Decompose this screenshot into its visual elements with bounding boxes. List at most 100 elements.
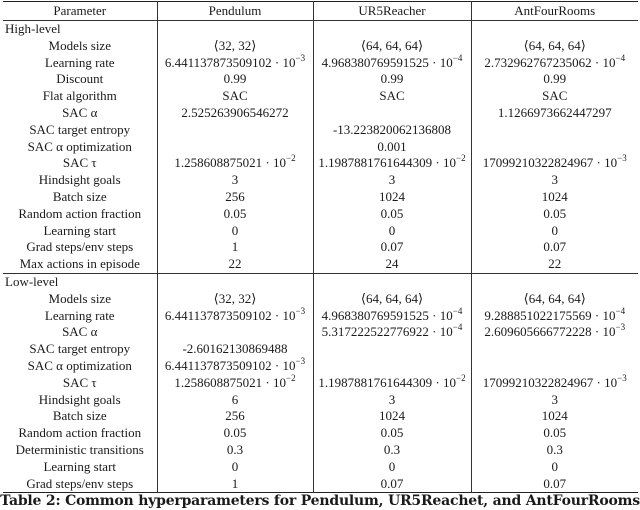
value-cell-ur5reacher	[312, 104, 471, 122]
table-row: Flat algorithm SAC SAC SAC	[3, 88, 638, 105]
value-mantissa: 1.258608875021 · 10	[174, 155, 286, 171]
table-row: Discount 0.99 0.99 0.99	[3, 71, 638, 89]
table-row: Random action fraction 0.05 0.05 0.05	[3, 205, 638, 223]
value-cell-pendulum: 1	[156, 239, 313, 257]
parameter-name: Hindsight goals	[38, 391, 121, 407]
parameter-name: Deterministic transitions	[15, 441, 144, 457]
parameter-name: Grad steps/env steps	[26, 239, 134, 255]
value-mantissa: 1.1987881761644309 · 10	[318, 374, 456, 390]
value-cell-ur5reacher: 1.1987881761644309 · 10−2	[312, 153, 471, 173]
value-cell-antfourrooms: 0.99	[470, 71, 638, 89]
value-cell-antfourrooms: 0.07	[470, 239, 638, 257]
value-exponent: −3	[617, 372, 627, 383]
value-cell-antfourrooms	[470, 121, 638, 139]
value-cell-pendulum: ⟨32, 32⟩	[156, 290, 313, 308]
value-cell-pendulum: 256	[156, 188, 313, 206]
value-cell-antfourrooms: 0.07	[470, 475, 638, 493]
value-cell-pendulum: 0.05	[156, 205, 313, 223]
parameter-name: SAC α optimization	[27, 357, 132, 373]
value-cell-pendulum: 22	[156, 256, 313, 274]
value-cell-antfourrooms: 0.05	[470, 425, 638, 442]
value-cell-ur5reacher: 0.05	[312, 425, 471, 442]
value-cell-pendulum: 1.258608875021 · 10−2	[156, 372, 313, 392]
value-exponent: −3	[295, 52, 306, 63]
table-row: Deterministic transitions 0.3 0.3 0.3	[3, 441, 638, 459]
value-mantissa: 1.258608875021 · 10	[174, 374, 286, 390]
parameter-name: SAC target entropy	[29, 121, 131, 137]
value-exponent: −2	[286, 372, 296, 383]
parameter-name: Discount	[56, 71, 104, 87]
section-row-high-level: High-level	[3, 20, 638, 38]
value-cell-antfourrooms: 2.732962767235062 · 10−4	[470, 53, 638, 72]
value-cell-pendulum: 1	[156, 475, 313, 493]
value-cell-ur5reacher: 0.07	[312, 239, 471, 257]
parameter-name: SAC τ	[62, 155, 97, 171]
value-cell-pendulum: -2.60162130869488	[156, 341, 313, 358]
parameter-name: SAC α	[62, 104, 98, 120]
table-row: SAC τ 1.258608875021 · 10−2 1.198788176164…	[3, 372, 638, 392]
value-exponent: −4	[452, 305, 463, 316]
value-mantissa: 6.441137873509102 · 10	[164, 307, 296, 323]
table-row: Batch size 256 1024 1024	[3, 188, 638, 206]
empty-cell	[156, 20, 313, 38]
header-parameter: Parameter	[53, 3, 107, 19]
value-cell-ur5reacher: 1024	[312, 408, 471, 426]
value-cell-ur5reacher: 1024	[312, 188, 471, 206]
parameter-name: Batch size	[52, 408, 107, 424]
value-exponent: −4	[452, 322, 463, 333]
value-cell-ur5reacher: 4.968380769591525 · 10−4	[312, 53, 471, 72]
value-cell-pendulum: 1.258608875021 · 10−2	[156, 154, 313, 173]
value-cell-antfourrooms: 0.3	[470, 441, 638, 459]
value-cell-antfourrooms: 17099210322824967 · 10−3	[470, 372, 638, 392]
header-pendulum: Pendulum	[156, 1, 313, 21]
table-header: Parameter Pendulum UR5Reacher AntFourRoo…	[3, 1, 638, 21]
table-row: Max actions in episode 22 24 22	[3, 256, 638, 274]
value-cell-antfourrooms: ⟨64, 64, 64⟩	[470, 290, 638, 308]
value-cell-pendulum: 6.441137873509102 · 10−3	[156, 52, 313, 72]
value-cell-ur5reacher: 4.968380769591525 · 10−4	[312, 305, 471, 325]
value-cell-pendulum: 0.99	[156, 71, 313, 89]
value-cell-antfourrooms: SAC	[470, 88, 638, 105]
table-row: SAC target entropy -13.223820062136808	[3, 121, 638, 139]
document-page: Parameter Pendulum UR5Reacher AntFourRoo…	[0, 0, 640, 510]
value-mantissa: 1.1987881761644309 · 10	[318, 155, 456, 171]
value-exponent: −3	[617, 153, 627, 164]
value-cell-antfourrooms: 1024	[470, 188, 638, 206]
table-row: SAC α optimization 6.441137873509102 · 10…	[3, 356, 638, 375]
value-mantissa: 2.732962767235062 · 10	[484, 54, 616, 70]
value-cell-ur5reacher	[312, 357, 471, 375]
value-cell-ur5reacher: 0.99	[312, 71, 471, 89]
value-cell-antfourrooms: 2.609605666772228 · 10−3	[470, 323, 638, 342]
value-cell-antfourrooms: 1024	[470, 408, 638, 426]
section-label: High-level	[5, 21, 61, 36]
parameter-name: SAC α optimization	[27, 138, 132, 154]
table-row: Learning rate 6.441137873509102 · 10−3 4.9…	[3, 305, 638, 325]
empty-cell	[312, 20, 471, 38]
value-cell-ur5reacher: 0.05	[312, 205, 471, 223]
value-cell-antfourrooms: 3	[470, 391, 638, 409]
parameter-name: Batch size	[52, 188, 107, 204]
parameter-name: Max actions in episode	[19, 256, 140, 272]
value-mantissa: 4.968380769591525 · 10	[321, 307, 453, 323]
table-row: Models size ⟨32, 32⟩ ⟨64, 64, 64⟩ ⟨64, 64, …	[3, 37, 638, 55]
value-exponent: −2	[456, 153, 466, 164]
parameter-name: Random action fraction	[18, 205, 142, 221]
parameter-name: Learning rate	[44, 307, 115, 323]
value-mantissa: 5.317222522776922 · 10	[321, 324, 453, 340]
value-cell-antfourrooms	[470, 138, 638, 156]
table-row: SAC α 5.317222522776922 · 10−4 2.609605666…	[3, 322, 638, 342]
value-cell-antfourrooms	[470, 357, 638, 375]
table-row: SAC target entropy -2.60162130869488	[3, 341, 638, 358]
table-row: Grad steps/env steps 1 0.07 0.07	[3, 475, 638, 493]
value-cell-pendulum: 256	[156, 408, 313, 426]
value-cell-antfourrooms: 0	[470, 458, 638, 476]
value-cell-ur5reacher: 0.3	[312, 441, 471, 459]
value-cell-pendulum: 0.3	[156, 441, 313, 459]
parameter-name: Flat algorithm	[42, 88, 117, 104]
empty-cell	[156, 273, 313, 291]
value-cell-antfourrooms: 3	[470, 172, 638, 189]
value-cell-pendulum: 3	[156, 172, 313, 189]
header-antfourrooms: AntFourRooms	[470, 1, 638, 21]
value-cell-pendulum: 2.525263906546272	[156, 104, 313, 122]
value-cell-ur5reacher: 5.317222522776922 · 10−4	[312, 322, 471, 342]
